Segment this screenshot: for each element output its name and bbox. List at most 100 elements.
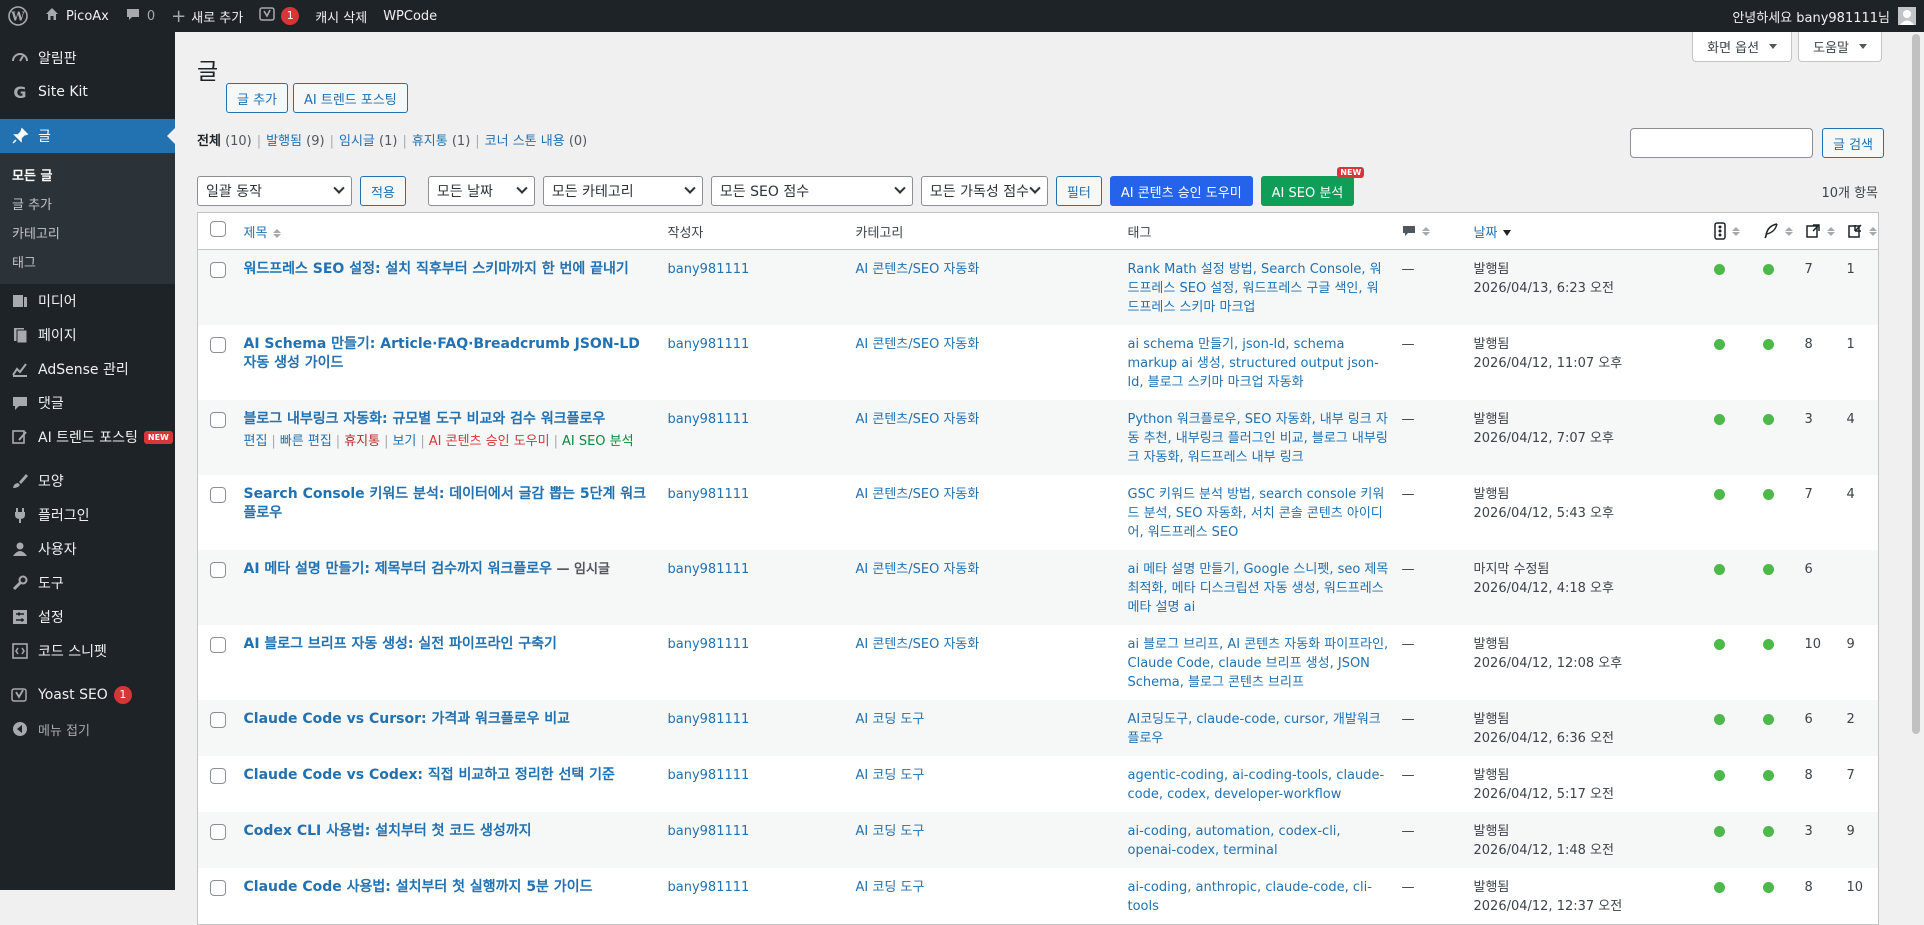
author-link[interactable]: bany981111 [668, 768, 750, 783]
menu-code-snippets[interactable]: 코드 스니펫 [0, 634, 175, 668]
menu-collapse[interactable]: 메뉴 접기 [0, 712, 175, 746]
row-checkbox[interactable] [210, 412, 226, 428]
post-title-link[interactable]: AI 블로그 브리프 자동 생성: 실전 파이프라인 구축기 [244, 636, 557, 652]
submenu-categories[interactable]: 카테고리 [0, 218, 175, 247]
ai-trend-posting-button[interactable]: AI 트렌드 포스팅 [293, 83, 408, 113]
author-link[interactable]: bany981111 [668, 412, 750, 427]
row-checkbox[interactable] [210, 712, 226, 728]
tags-links[interactable]: Rank Math 설정 방법, Search Console, 워드프레스 S… [1128, 262, 1382, 315]
row-checkbox[interactable] [210, 262, 226, 278]
menu-tools[interactable]: 도구 [0, 566, 175, 600]
category-link[interactable]: AI 코딩 도구 [856, 768, 925, 783]
menu-dashboard[interactable]: 알림판 [0, 41, 175, 75]
row-checkbox[interactable] [210, 768, 226, 784]
post-title-link[interactable]: Search Console 키워드 분석: 데이터에서 글감 뽑는 5단계 워… [244, 486, 646, 521]
post-title-link[interactable]: 블로그 내부링크 자동화: 규모별 도구 비교와 검수 워크플로우 [244, 411, 606, 427]
column-title[interactable]: 제목 [237, 212, 662, 250]
account-menu[interactable]: 안녕하세요 bany981111님 [1724, 0, 1924, 32]
screen-options-button[interactable]: 화면 옵션 [1692, 32, 1793, 62]
page-scrollbar[interactable] [1908, 32, 1924, 890]
column-readability[interactable] [1756, 212, 1799, 250]
author-link[interactable]: bany981111 [668, 637, 750, 652]
scrollbar-thumb[interactable] [1912, 34, 1920, 734]
post-title-link[interactable]: AI Schema 만들기: Article·FAQ·Breadcrumb JS… [244, 336, 640, 371]
category-link[interactable]: AI 콘텐츠/SEO 자동화 [856, 487, 980, 502]
category-link[interactable]: AI 콘텐츠/SEO 자동화 [856, 337, 980, 352]
tags-links[interactable]: ai-coding, automation, codex-cli, openai… [1128, 824, 1341, 858]
yoast-link[interactable]: 1 [251, 0, 307, 32]
seo-score-filter-select[interactable]: 모든 SEO 점수 [710, 176, 913, 206]
category-link[interactable]: AI 콘텐츠/SEO 자동화 [856, 637, 980, 652]
date-filter-select[interactable]: 모든 날짜 [427, 176, 535, 206]
category-link[interactable]: AI 콘텐츠/SEO 자동화 [856, 412, 980, 427]
ai-seo-analysis-button[interactable]: AI SEO 분석 NEW [1260, 167, 1365, 206]
row-checkbox[interactable] [210, 880, 226, 896]
row-checkbox[interactable] [210, 337, 226, 353]
column-outgoing-links[interactable] [1798, 212, 1841, 250]
post-title-link[interactable]: Claude Code vs Cursor: 가격과 워크플로우 비교 [244, 711, 571, 727]
submenu-all-posts[interactable]: 모든 글 [0, 160, 175, 189]
post-title-link[interactable]: AI 메타 설명 만들기: 제목부터 검수까지 워크플로우 [244, 561, 553, 577]
help-button[interactable]: 도움말 [1798, 32, 1882, 62]
row-checkbox[interactable] [210, 824, 226, 840]
category-filter-select[interactable]: 모든 카테고리 [542, 176, 703, 206]
category-link[interactable]: AI 콘텐츠/SEO 자동화 [856, 562, 980, 577]
column-incoming-links[interactable] [1840, 212, 1879, 250]
row-checkbox[interactable] [210, 637, 226, 653]
trash-link[interactable]: 휴지통 [344, 434, 380, 449]
tags-links[interactable]: Python 워크플로우, SEO 자동화, 내부 링크 자동 추천, 내부링크… [1128, 412, 1388, 465]
tags-links[interactable]: ai 블로그 브리프, AI 콘텐츠 자동화 파이프라인, Claude Cod… [1128, 637, 1389, 690]
menu-ai-trend[interactable]: AI 트렌드 포스팅 NEW [0, 420, 175, 454]
wpcode-link[interactable]: WPCode [375, 0, 445, 32]
tags-links[interactable]: AI코딩도구, claude-code, cursor, 개발워크플로우 [1128, 712, 1381, 746]
tags-links[interactable]: ai schema 만들기, json-ld, schema markup ai… [1128, 337, 1379, 390]
menu-yoast-seo[interactable]: Yoast SEO 1 [0, 678, 175, 712]
menu-site-kit[interactable]: G Site Kit [0, 75, 175, 109]
add-new-post-button[interactable]: 글 추가 [226, 83, 289, 113]
ai-seo-link[interactable]: AI SEO 분석 [562, 434, 634, 449]
author-link[interactable]: bany981111 [668, 262, 750, 277]
bulk-action-select[interactable]: 일괄 동작 [197, 176, 352, 206]
tags-links[interactable]: ai-coding, anthropic, claude-code, cli-t… [1128, 880, 1372, 914]
select-all-checkbox[interactable] [210, 221, 226, 237]
clear-cache-link[interactable]: 캐시 삭제 [307, 0, 375, 32]
tags-links[interactable]: agentic-coding, ai-coding-tools, claude-… [1128, 768, 1385, 802]
site-name-link[interactable]: PicoAx [36, 0, 117, 32]
menu-appearance[interactable]: 모양 [0, 464, 175, 498]
author-link[interactable]: bany981111 [668, 824, 750, 839]
search-posts-button[interactable]: 글 검색 [1821, 128, 1884, 158]
menu-pages[interactable]: 페이지 [0, 318, 175, 352]
view-link[interactable]: 보기 [392, 434, 416, 449]
quick-edit-link[interactable]: 빠른 편집 [280, 434, 332, 449]
edit-link[interactable]: 편집 [244, 434, 268, 449]
column-seo-score[interactable] [1707, 212, 1757, 250]
filter-published[interactable]: 발행됨 (9) [266, 134, 324, 149]
menu-media[interactable]: 미디어 [0, 284, 175, 318]
menu-settings[interactable]: 설정 [0, 600, 175, 634]
menu-comments[interactable]: 댓글 [0, 386, 175, 420]
tags-links[interactable]: GSC 키워드 분석 방법, search console 키워드 분석, SE… [1128, 487, 1385, 540]
readability-filter-select[interactable]: 모든 가독성 점수 [920, 176, 1048, 206]
submenu-tags[interactable]: 태그 [0, 247, 175, 276]
new-content-link[interactable]: + 새로 추가 [163, 0, 251, 32]
ai-approve-link[interactable]: AI 콘텐츠 승인 도우미 [429, 434, 550, 449]
author-link[interactable]: bany981111 [668, 880, 750, 895]
category-link[interactable]: AI 코딩 도구 [856, 824, 925, 839]
ai-content-approve-button[interactable]: AI 콘텐츠 승인 도우미 [1109, 176, 1253, 206]
author-link[interactable]: bany981111 [668, 337, 750, 352]
apply-button[interactable]: 적용 [360, 176, 406, 206]
comments-link[interactable]: 0 [117, 0, 163, 32]
category-link[interactable]: AI 콘텐츠/SEO 자동화 [856, 262, 980, 277]
wordpress-logo-icon[interactable]: W [0, 0, 36, 32]
tags-links[interactable]: ai 메타 설명 만들기, Google 스니펫, seo 제목 최적화, 메타… [1128, 562, 1389, 615]
filter-trash[interactable]: 휴지통 (1) [412, 134, 470, 149]
filter-draft[interactable]: 임시글 (1) [339, 134, 397, 149]
menu-users[interactable]: 사용자 [0, 532, 175, 566]
filter-all[interactable]: 전체 (10) [197, 134, 252, 149]
post-title-link[interactable]: Claude Code vs Codex: 직접 비교하고 정리한 선택 기준 [244, 767, 615, 783]
filter-cornerstone[interactable]: 코너 스톤 내용 (0) [485, 134, 588, 149]
submenu-add-post[interactable]: 글 추가 [0, 189, 175, 218]
author-link[interactable]: bany981111 [668, 562, 750, 577]
menu-posts[interactable]: 글 [0, 119, 175, 153]
post-title-link[interactable]: 워드프레스 SEO 설정: 설치 직후부터 스키마까지 한 번에 끝내기 [244, 261, 629, 277]
